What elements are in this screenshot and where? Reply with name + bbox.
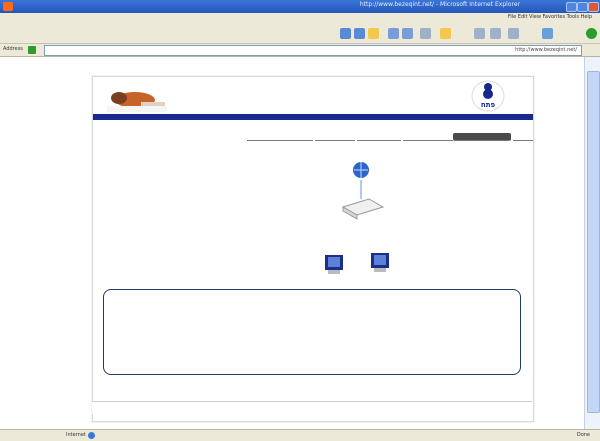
tab-4[interactable] [357,133,401,141]
back-icon[interactable] [340,28,351,39]
address-field[interactable]: http://www.bezeqint.net/ [44,45,582,56]
tab-6[interactable] [247,133,313,141]
address-bar: Address http://www.bezeqint.net/ [0,44,600,57]
tab-bar [239,133,533,141]
window-title: http://www.bezeqint.net/ - Microsoft Int… [359,1,520,8]
home-icon[interactable] [368,28,379,39]
status-bar: Internet Done [0,429,600,441]
tab-1[interactable] [513,133,533,141]
print-icon[interactable] [508,28,519,39]
tab-3[interactable] [403,133,453,141]
tab-5[interactable] [315,133,355,141]
internet-zone-icon [88,432,95,439]
logo-text: פתח [480,101,496,109]
title-bar: http://www.bezeqint.net/ - Microsoft Int… [0,0,600,13]
history-icon[interactable] [474,28,485,39]
search-icon[interactable] [420,28,431,39]
close-button[interactable] [588,2,599,12]
status-text: Internet [66,432,86,438]
refresh-icon[interactable] [388,28,399,39]
menu-items[interactable]: File Edit View Favorites Tools Help [452,14,592,22]
vertical-scrollbar[interactable] [584,57,600,429]
go-icon[interactable] [586,28,597,39]
main-navbar [93,114,533,120]
status-zone: Done [576,432,590,438]
computer-right-icon [371,253,389,272]
modem-router-icon [341,198,385,220]
globe-icon [353,162,369,178]
mail-icon[interactable] [490,28,501,39]
browser-icon [3,2,13,11]
maximize-button[interactable] [577,2,588,12]
info-box [103,289,521,375]
page-footer [92,401,532,414]
network-diagram-graphic [325,162,389,274]
minimize-button[interactable] [566,2,577,12]
favorites-icon[interactable] [440,28,451,39]
computer-left-icon [325,255,343,274]
menu-bar: File Edit View Favorites Tools Help [0,13,600,23]
network-diagram [323,155,463,305]
forward-icon[interactable] [354,28,365,39]
header-photo-icon [107,92,167,112]
toolbar [0,23,600,44]
url-text: http://www.bezeqint.net/ [515,47,577,53]
go-button-icon[interactable] [28,46,36,54]
edit-icon[interactable] [542,28,553,39]
tab-2[interactable] [453,133,511,141]
stop-icon[interactable] [402,28,413,39]
scrollbar-thumb[interactable] [587,71,600,413]
address-label: Address [3,46,23,52]
browser-window: http://www.bezeqint.net/ - Microsoft Int… [0,0,600,441]
